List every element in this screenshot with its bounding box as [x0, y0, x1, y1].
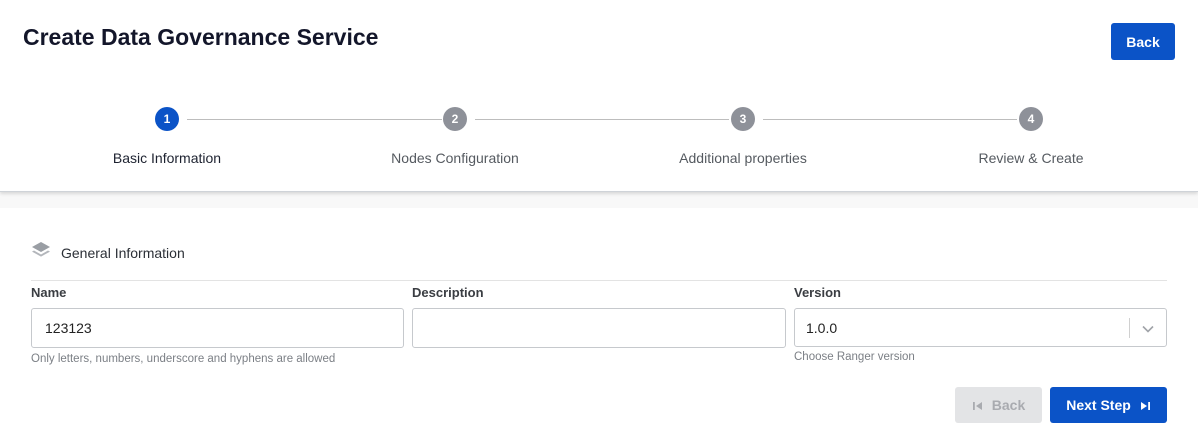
form-panel: General Information Name Only letters, n… — [0, 208, 1198, 446]
step-connector — [475, 119, 729, 120]
step-4-label: Review & Create — [978, 150, 1084, 166]
step-connector — [763, 119, 1017, 120]
version-select-value: 1.0.0 — [806, 320, 838, 336]
skip-forward-icon — [1139, 399, 1151, 411]
section-title: General Information — [61, 245, 185, 261]
name-input[interactable] — [31, 308, 404, 348]
step-1-circle[interactable]: 1 — [155, 107, 179, 131]
description-label: Description — [412, 285, 484, 300]
back-step-label: Back — [991, 397, 1026, 413]
page-header: Create Data Governance Service Back 1 2 … — [0, 0, 1198, 192]
section-header: General Information — [31, 241, 1167, 281]
version-select[interactable]: 1.0.0 — [794, 308, 1167, 347]
step-3-label: Additional properties — [679, 150, 807, 166]
name-label: Name — [31, 285, 67, 300]
version-label: Version — [794, 285, 841, 300]
chevron-down-icon[interactable] — [1141, 322, 1155, 334]
description-input[interactable] — [412, 308, 786, 348]
next-step-label: Next Step — [1066, 397, 1131, 413]
stepper: 1 2 3 4 Basic Information Nodes Configur… — [0, 107, 1198, 177]
page-title: Create Data Governance Service — [23, 24, 379, 50]
next-step-button[interactable]: Next Step — [1050, 387, 1167, 423]
version-hint: Choose Ranger version — [794, 351, 915, 363]
step-3-circle[interactable]: 3 — [731, 107, 755, 131]
select-separator — [1129, 318, 1130, 338]
layers-icon — [31, 241, 51, 263]
step-connector — [187, 119, 442, 120]
step-2-circle[interactable]: 2 — [443, 107, 467, 131]
back-step-button[interactable]: Back — [955, 387, 1042, 423]
back-button[interactable]: Back — [1111, 23, 1175, 60]
name-hint: Only letters, numbers, underscore and hy… — [31, 353, 336, 365]
step-4-circle[interactable]: 4 — [1019, 107, 1043, 131]
skip-back-icon — [972, 399, 984, 411]
step-2-label: Nodes Configuration — [391, 150, 519, 166]
step-1-label: Basic Information — [112, 150, 222, 166]
